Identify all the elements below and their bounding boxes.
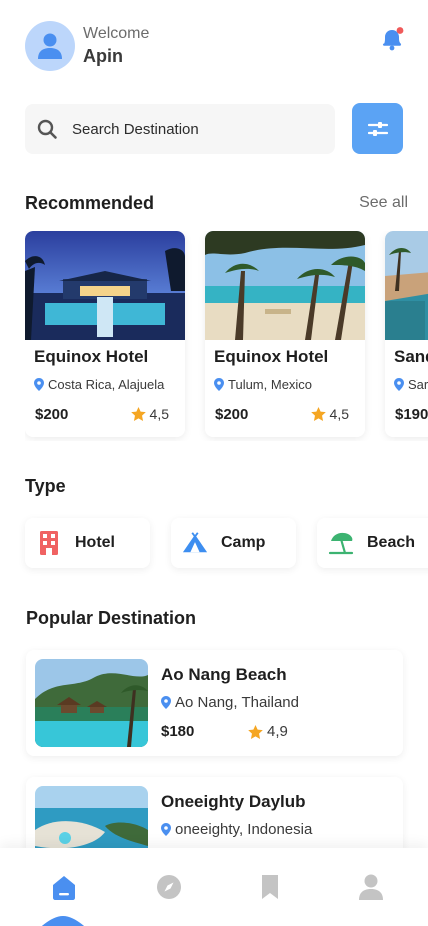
card-rating: 4,5 xyxy=(310,406,349,422)
card-location-text: Tulum, Mexico xyxy=(228,377,313,392)
search-input[interactable] xyxy=(72,120,312,138)
filter-button[interactable] xyxy=(352,103,403,154)
star-icon xyxy=(130,407,146,421)
user-name: Apin xyxy=(83,46,123,66)
type-label: Camp xyxy=(221,534,266,551)
destination-title: Ao Nang Beach xyxy=(161,665,287,684)
card-price: $190 xyxy=(395,406,428,423)
bookmark-icon xyxy=(262,875,278,899)
welcome-label: Welcome xyxy=(83,25,150,42)
card-location-text: Sar xyxy=(408,377,428,392)
card-title: Sand xyxy=(394,347,428,366)
hotel-photo xyxy=(385,231,428,340)
destination-photo xyxy=(35,659,148,747)
search-row xyxy=(25,103,403,154)
recommended-card[interactable]: Equinox Hotel Tulum, Mexico $200 4,5 xyxy=(205,231,365,437)
profile-icon xyxy=(359,874,383,900)
popular-card[interactable]: Ao Nang Beach Ao Nang, Thailand $180 4,9 xyxy=(26,650,403,756)
star-icon xyxy=(310,407,326,421)
type-chip-beach[interactable]: Beach xyxy=(317,518,428,568)
user-icon xyxy=(38,33,62,59)
type-row: Hotel Camp Beach xyxy=(25,518,428,570)
card-price: $200 xyxy=(35,406,69,423)
welcome-block: Welcome Apin xyxy=(83,24,149,68)
nav-explore[interactable] xyxy=(154,872,184,902)
card-location: Costa Rica, Alajuela xyxy=(34,377,164,392)
avatar[interactable] xyxy=(25,21,75,71)
card-rating: 4,5 xyxy=(130,406,169,422)
compass-icon xyxy=(157,875,181,899)
card-rating-value: 4,5 xyxy=(329,406,349,422)
notification-button[interactable] xyxy=(378,25,406,53)
card-title: Equinox Hotel xyxy=(214,347,329,366)
hotel-photo xyxy=(205,231,365,340)
destination-rating-value: 4,9 xyxy=(267,723,288,740)
destination-location: Ao Nang, Thailand xyxy=(161,694,299,711)
tent-icon xyxy=(182,530,208,556)
type-label: Hotel xyxy=(75,534,115,551)
search-icon xyxy=(37,119,57,139)
home-icon xyxy=(53,876,75,900)
header: Welcome Apin xyxy=(25,21,406,71)
card-price: $200 xyxy=(215,406,249,423)
type-chip-hotel[interactable]: Hotel xyxy=(25,518,150,568)
location-pin-icon xyxy=(161,823,171,836)
bottom-nav xyxy=(0,848,428,926)
card-title: Equinox Hotel xyxy=(34,347,149,366)
location-pin-icon xyxy=(34,378,44,391)
recommended-card[interactable]: Equinox Hotel Costa Rica, Alajuela $200 … xyxy=(25,231,185,437)
bell-icon xyxy=(383,27,404,51)
card-location-text: Costa Rica, Alajuela xyxy=(48,377,165,392)
recommended-card[interactable]: Sand Sar $190 xyxy=(385,231,428,437)
recommended-carousel[interactable]: Equinox Hotel Costa Rica, Alajuela $200 … xyxy=(25,231,428,441)
destination-location-text: oneeighty, Indonesia xyxy=(175,821,313,838)
location-pin-icon xyxy=(161,696,171,709)
hotel-icon xyxy=(36,530,62,556)
nav-profile[interactable] xyxy=(356,872,386,902)
nav-saved[interactable] xyxy=(255,872,285,902)
type-label: Beach xyxy=(367,534,416,551)
search-bar[interactable] xyxy=(25,104,335,154)
umbrella-icon xyxy=(328,530,354,556)
location-pin-icon xyxy=(394,378,404,391)
destination-rating: 4,9 xyxy=(248,723,288,740)
active-tab-indicator xyxy=(41,916,85,926)
card-location: Sar xyxy=(394,377,428,392)
destination-price: $180 xyxy=(161,723,195,740)
popular-title: Popular Destination xyxy=(26,608,197,628)
destination-location: oneeighty, Indonesia xyxy=(161,821,312,838)
see-all-link[interactable]: See all xyxy=(359,194,408,212)
card-location: Tulum, Mexico xyxy=(214,377,312,392)
sliders-icon xyxy=(367,121,388,136)
recommended-title: Recommended xyxy=(25,193,155,213)
destination-location-text: Ao Nang, Thailand xyxy=(175,694,299,711)
destination-title: Oneeighty Daylub xyxy=(161,792,306,811)
star-icon xyxy=(248,724,263,739)
nav-home[interactable] xyxy=(49,872,79,902)
card-rating-value: 4,5 xyxy=(149,406,169,422)
type-title: Type xyxy=(25,476,66,496)
location-pin-icon xyxy=(214,378,224,391)
type-chip-camp[interactable]: Camp xyxy=(171,518,296,568)
hotel-photo xyxy=(25,231,185,340)
